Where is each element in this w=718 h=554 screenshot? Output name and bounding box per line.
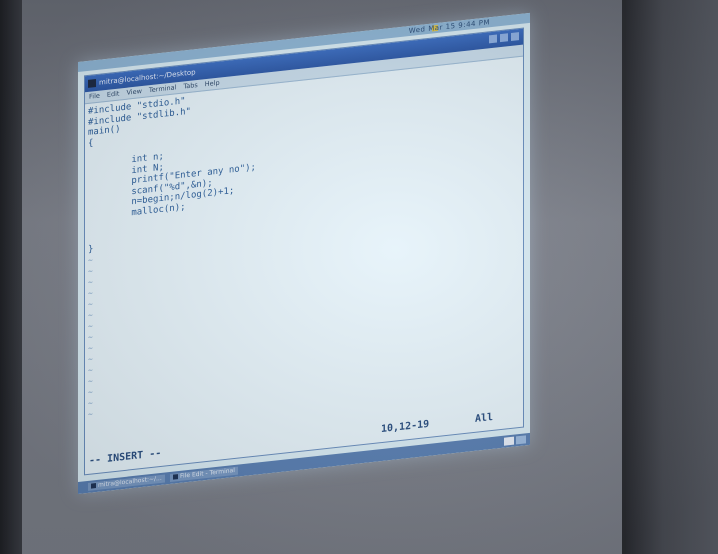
terminal-icon: [88, 79, 96, 88]
empty-line-tilde: ~: [88, 376, 93, 387]
workspace-switcher: [504, 435, 526, 446]
taskbar-item-terminal-2[interactable]: File Edit - Terminal: [170, 466, 238, 483]
minimize-button[interactable]: [489, 34, 497, 44]
menu-item-help[interactable]: Help: [205, 78, 220, 91]
desktop: Wed Mar 15 9:44 PM mitra@localhost:~/Des…: [78, 12, 530, 494]
empty-line-tilde: ~: [88, 321, 93, 332]
taskbar-item-label: mitra@localhost:~/...: [98, 474, 162, 489]
empty-line-tilde: ~: [88, 288, 93, 299]
terminal-window[interactable]: mitra@localhost:~/Desktop File Edit View…: [84, 27, 524, 476]
empty-line-tilde: ~: [88, 332, 93, 343]
empty-line-tilde: ~: [88, 409, 93, 420]
terminal-icon: [173, 474, 178, 480]
scroll-percent: All: [475, 411, 494, 425]
maximize-button[interactable]: [500, 33, 508, 43]
menu-item-view[interactable]: View: [126, 86, 141, 99]
cursor-position: 10,12-19: [381, 418, 430, 436]
empty-line-tilde: ~: [88, 343, 93, 354]
empty-line-tilde: ~: [88, 266, 93, 277]
projected-desktop-area: Wed Mar 15 9:44 PM mitra@localhost:~/Des…: [0, 0, 718, 554]
workspace-2[interactable]: [516, 435, 526, 445]
taskbar-item-terminal[interactable]: mitra@localhost:~/...: [88, 474, 165, 491]
menu-item-tabs[interactable]: Tabs: [183, 80, 197, 93]
close-button[interactable]: [511, 32, 519, 41]
empty-line-tilde: ~: [88, 299, 93, 310]
empty-line-tilde: ~: [88, 310, 93, 321]
empty-line-tilde: ~: [88, 387, 93, 398]
empty-line-tilde: ~: [88, 255, 93, 266]
taskbar-item-label: File Edit - Terminal: [180, 466, 235, 480]
terminal-icon: [91, 483, 96, 489]
empty-line-tilde: ~: [88, 354, 93, 365]
vim-editor-buffer[interactable]: #include "stdio.h" #include "stdlib.h" m…: [85, 58, 523, 453]
empty-line-tilde: ~: [88, 365, 93, 376]
workspace-1[interactable]: [504, 436, 514, 446]
empty-line-tilde: ~: [88, 398, 93, 409]
menu-item-edit[interactable]: Edit: [107, 88, 120, 100]
menu-item-file[interactable]: File: [89, 91, 100, 103]
window-controls: [489, 32, 519, 44]
empty-line-tilde: ~: [88, 277, 93, 288]
